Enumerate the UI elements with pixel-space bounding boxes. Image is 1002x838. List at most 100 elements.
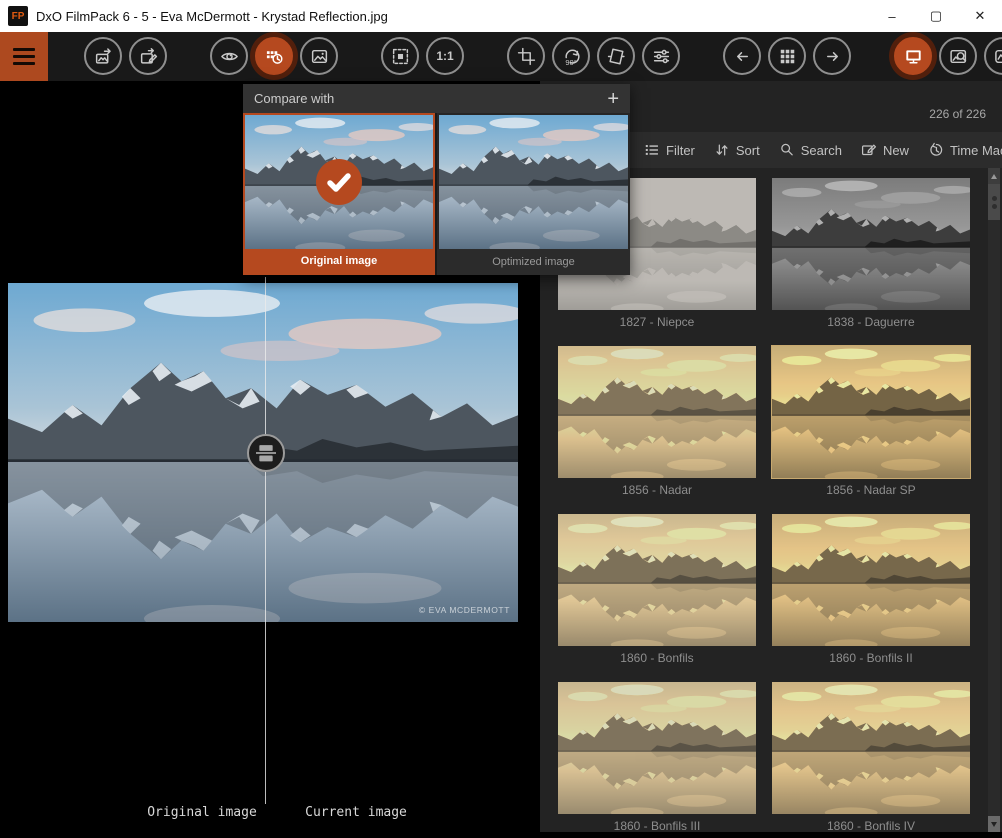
compare-original-thumbnail — [245, 115, 433, 249]
preset-1860-bonfils-iii[interactable]: 1860 - Bonfils III — [558, 682, 756, 838]
export-image-icon — [94, 47, 113, 66]
compare-original-label: Original image — [245, 249, 433, 273]
preset-1838-daguerre[interactable]: 1838 - Daguerre — [772, 178, 970, 334]
hist-icon — [994, 47, 1002, 66]
preset-label: 1860 - Bonfils III — [558, 814, 756, 838]
scroll-up-button[interactable] — [988, 168, 1000, 184]
compare-item-optimized[interactable]: Optimized image — [437, 113, 630, 275]
compare-panel-title: Compare with — [254, 91, 334, 106]
app-window: FP DxO FilmPack 6 - 5 - Eva McDermott - … — [0, 0, 1002, 832]
zoom-1-1-button-label: 1:1 — [436, 49, 453, 63]
prev-icon — [733, 47, 752, 66]
add-snapshot-button[interactable]: + — [607, 89, 619, 109]
preview-right-label: Current image — [305, 805, 407, 820]
compare-item-original[interactable]: Original image — [243, 113, 435, 275]
filterbar-new[interactable]: New — [861, 142, 909, 158]
preview-toggle-button[interactable] — [210, 37, 248, 75]
filter-list-icon — [644, 142, 660, 158]
export-edit-icon — [139, 47, 158, 66]
filterbar-label: New — [883, 143, 909, 158]
hamburger-icon — [13, 48, 35, 51]
filterbar-time-machine[interactable]: Time Machine — [928, 142, 1002, 158]
presets-scrollbar[interactable] — [988, 168, 1000, 832]
new-icon — [861, 142, 877, 158]
scroll-up-icon — [991, 174, 997, 179]
image-display-button[interactable] — [300, 37, 338, 75]
preset-count: 226 of 226 — [929, 107, 986, 121]
compare-optimized-label: Optimized image — [437, 249, 630, 275]
filterbar-search[interactable]: Search — [779, 142, 842, 158]
scroll-down-icon — [991, 822, 997, 827]
next-image-button[interactable] — [813, 37, 851, 75]
next-icon — [823, 47, 842, 66]
preset-grid: 1827 - Niepce1838 - Daguerre1856 - Nadar… — [558, 178, 970, 838]
perspective-button[interactable] — [597, 37, 635, 75]
loupe-icon — [949, 47, 968, 66]
check-icon — [316, 159, 362, 205]
close-button[interactable]: ✕ — [958, 0, 1002, 32]
adjustments-button[interactable] — [642, 37, 680, 75]
preset-label: 1856 - Nadar — [558, 478, 756, 502]
eye-icon — [220, 47, 239, 66]
fit-to-screen-button[interactable] — [381, 37, 419, 75]
preset-thumbnail[interactable] — [558, 682, 756, 814]
time-machine-icon — [928, 142, 944, 158]
preset-label: 1856 - Nadar SP — [772, 478, 970, 502]
preset-thumbnail[interactable] — [772, 346, 970, 478]
preset-thumbnail[interactable] — [772, 682, 970, 814]
zoom-1-1-button[interactable]: 1:1 — [426, 37, 464, 75]
compare-optimized-thumbnail — [439, 115, 628, 249]
compare-with-button[interactable] — [255, 37, 293, 75]
histogram-button[interactable] — [984, 37, 1002, 75]
perspective-icon — [607, 47, 626, 66]
crop-icon — [517, 47, 536, 66]
preset-1860-bonfils-ii[interactable]: 1860 - Bonfils II — [772, 514, 970, 670]
contact-sheet-button[interactable] — [768, 37, 806, 75]
compare-panel-header: Compare with + — [243, 84, 630, 113]
rotate-90-button[interactable]: 90° — [552, 37, 590, 75]
split-handle-icon — [251, 438, 281, 468]
scrollbar-thumb[interactable] — [988, 184, 1000, 220]
rotate-icon — [562, 47, 581, 66]
compare-split-handle[interactable] — [247, 434, 285, 472]
minimize-button[interactable]: – — [870, 0, 914, 32]
preset-1860-bonfils-iv[interactable]: 1860 - Bonfils IV — [772, 682, 970, 838]
loupe-button[interactable] — [939, 37, 977, 75]
preset-thumbnail[interactable] — [772, 514, 970, 646]
photo-watermark: © EVA MCDERMOTT — [300, 605, 510, 615]
preset-1856-nadar-sp[interactable]: 1856 - Nadar SP — [772, 346, 970, 502]
monitor-icon — [904, 47, 923, 66]
display-presets-button[interactable] — [894, 37, 932, 75]
filterbar-label: Search — [801, 143, 842, 158]
titlebar: FP DxO FilmPack 6 - 5 - Eva McDermott - … — [0, 0, 1002, 32]
hamburger-menu-button[interactable] — [0, 32, 48, 81]
export-to-editor-button[interactable] — [129, 37, 167, 75]
preset-label: 1860 - Bonfils IV — [772, 814, 970, 838]
previous-image-button[interactable] — [723, 37, 761, 75]
compare-split-line[interactable] — [265, 277, 266, 804]
preview-left-label: Original image — [147, 805, 257, 820]
preset-1856-nadar[interactable]: 1856 - Nadar — [558, 346, 756, 502]
filterbar-label: Filter — [666, 143, 695, 158]
image-icon — [310, 47, 329, 66]
preset-thumbnail[interactable] — [558, 346, 756, 478]
search-icon — [779, 142, 795, 158]
selected-check-badge — [316, 159, 362, 205]
scroll-down-button[interactable] — [988, 816, 1000, 832]
fit-icon — [391, 47, 410, 66]
sort-icon — [714, 142, 730, 158]
filterbar-filter[interactable]: Filter — [644, 142, 695, 158]
preset-label: 1860 - Bonfils II — [772, 646, 970, 670]
window-title: DxO FilmPack 6 - 5 - Eva McDermott - Kry… — [36, 9, 870, 24]
preset-thumbnail[interactable] — [558, 514, 756, 646]
preset-1860-bonfils[interactable]: 1860 - Bonfils — [558, 514, 756, 670]
filterbar-sort[interactable]: Sort — [714, 142, 760, 158]
toolbar: 1:1 90° — [0, 32, 1002, 81]
filterbar-label: Time Machine — [950, 143, 1002, 158]
preset-label: 1860 - Bonfils — [558, 646, 756, 670]
maximize-button[interactable]: ▢ — [914, 0, 958, 32]
preset-thumbnail[interactable] — [772, 178, 970, 310]
export-image-button[interactable] — [84, 37, 122, 75]
crop-button[interactable] — [507, 37, 545, 75]
grid-icon — [778, 47, 797, 66]
